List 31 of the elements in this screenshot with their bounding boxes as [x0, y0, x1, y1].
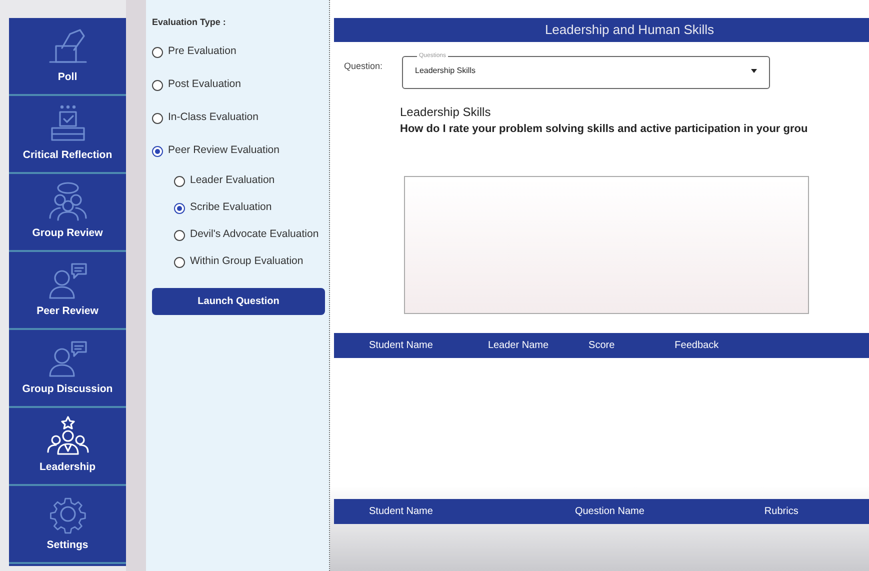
radio-label: Post Evaluation	[168, 77, 241, 92]
title-bar: Leadership and Human Skills	[334, 18, 869, 42]
column-header: Leader Name	[488, 338, 549, 352]
section-title: Evaluation Type :	[152, 16, 227, 29]
radio-button[interactable]	[174, 230, 185, 240]
radio-button[interactable]	[152, 112, 163, 124]
column-header: Feedback	[674, 338, 719, 352]
column-header: Student Name	[369, 504, 433, 518]
radio-button[interactable]	[174, 202, 185, 214]
radio-button[interactable]	[152, 80, 163, 90]
question-heading: Leadership Skills	[400, 104, 492, 121]
question-prompt: How do I rate your problem solving skills and active participation in your grou	[400, 122, 809, 137]
radio-label: Peer Review Evaluation	[168, 143, 280, 158]
radio-label: In-Class Evaluation	[168, 110, 258, 126]
column-header: Rubrics	[764, 504, 798, 518]
radio-button[interactable]	[174, 256, 185, 268]
column-header: Question Name	[574, 504, 644, 518]
radio-button[interactable]	[174, 176, 185, 186]
radio-label: Scribe Evaluation	[190, 200, 272, 216]
question-label: Question:	[344, 60, 384, 73]
radio-label: Leader Evaluation	[190, 173, 275, 188]
radio-button[interactable]	[152, 146, 163, 156]
column-header: Student Name	[369, 338, 433, 352]
caret-icon	[751, 69, 757, 73]
launch-question-button[interactable]: Launch Question	[152, 288, 325, 314]
radio-label: Pre Evaluation	[168, 44, 236, 60]
radio-label: Within Group Evaluation	[190, 254, 304, 270]
radio-label: Devil's Advocate Evaluation	[190, 227, 319, 242]
team-leader-icon	[46, 416, 90, 456]
radio-button[interactable]	[152, 46, 163, 58]
column-header: Score	[588, 338, 615, 352]
